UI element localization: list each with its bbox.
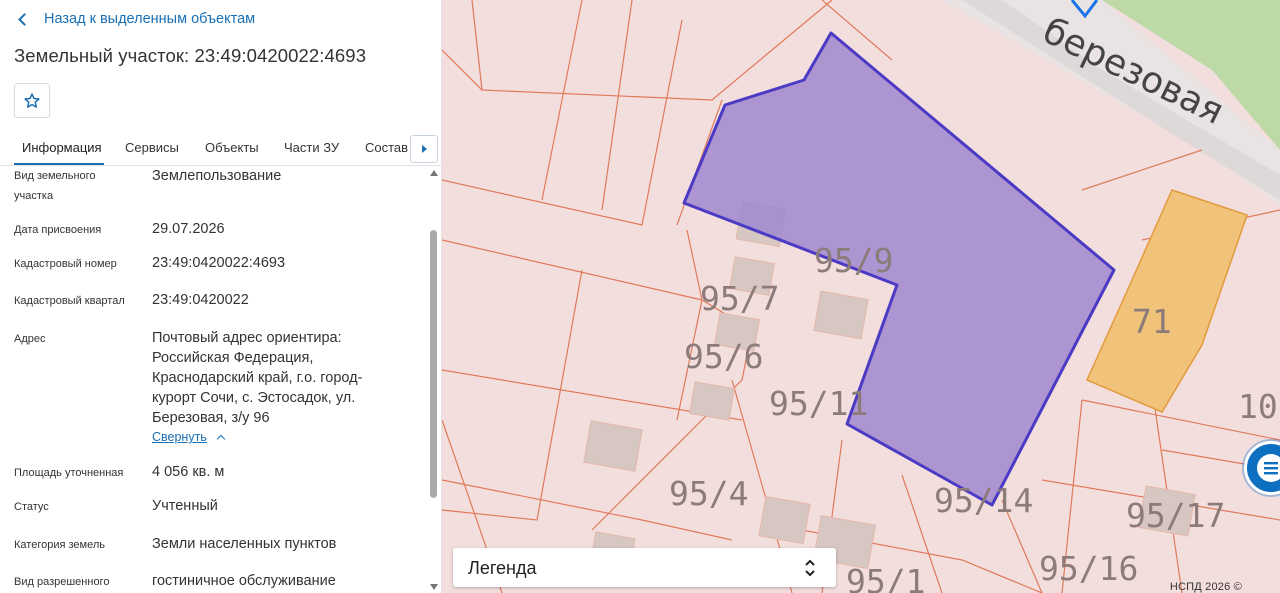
caret-right-icon: [421, 145, 427, 153]
parcel-71-building[interactable]: [1086, 189, 1248, 413]
tabs-scroll-right-button[interactable]: [410, 135, 438, 163]
parcel-label-95-11: 95/11: [769, 384, 868, 423]
field-value-permitted-use: гостиничное обслуживание: [152, 573, 336, 589]
collapse-address-link[interactable]: Свернуть: [152, 430, 226, 444]
tab-land-parts[interactable]: Части ЗУ: [284, 140, 339, 155]
field-label-land-type: Вид земельного участка: [14, 170, 96, 202]
field-label-cadastral-quarter: Кадастровый квартал: [14, 295, 125, 307]
parcel-label-95-4: 95/4: [669, 474, 748, 513]
field-value-cadastral-quarter: 23:49:0420022: [152, 292, 249, 308]
parcel-label-95-14: 95/14: [934, 481, 1033, 520]
parcel-label-95-9: 95/9: [814, 241, 893, 280]
legend-dropdown[interactable]: Легенда: [453, 548, 836, 587]
favorite-button[interactable]: [14, 83, 50, 118]
field-value-assign-date: 29.07.2026: [152, 221, 225, 237]
back-to-selected-link[interactable]: Назад к выделенным объектам: [16, 10, 255, 28]
map-copyright: НСПД 2026 ©: [1169, 581, 1242, 593]
field-value-cadastral-number: 23:49:0420022:4693: [152, 255, 286, 271]
parcel-label-95-16: 95/16: [1039, 549, 1138, 588]
tab-objects[interactable]: Объекты: [205, 140, 259, 155]
cadastral-map[interactable]: березовая 95/9 95/7 95/6 95/11 95/4 95/1…: [442, 0, 1280, 593]
field-label-permitted-use: Вид разрешенного: [14, 576, 110, 588]
field-label-cadastral-number: Кадастровый номер: [14, 258, 117, 270]
chevron-left-icon: [18, 12, 31, 26]
field-label-address: Адрес: [14, 333, 46, 345]
field-label-land-category: Категория земель: [14, 539, 105, 551]
map-canvas[interactable]: березовая 95/9 95/7 95/6 95/11 95/4 95/1…: [442, 0, 1280, 593]
parcel-label-95-7: 95/7: [700, 279, 779, 318]
panel-scrollbar[interactable]: [428, 166, 441, 593]
chat-icon: [1257, 454, 1280, 482]
scroll-down-arrow-icon[interactable]: [430, 584, 438, 590]
parcel-label-95-6: 95/6: [684, 337, 763, 376]
field-value-status: Учтенный: [152, 498, 218, 514]
chat-support-button[interactable]: [1244, 441, 1280, 495]
chevron-updown-icon: [805, 559, 815, 577]
object-info-panel: Назад к выделенным объектам Земельный уч…: [0, 0, 442, 593]
field-value-land-type: Землепользование: [152, 168, 282, 184]
tab-information[interactable]: Информация: [22, 140, 102, 155]
active-tab-indicator: [14, 163, 104, 165]
tab-composition[interactable]: Состав: [365, 140, 408, 155]
field-value-land-category: Земли населенных пунктов: [152, 536, 337, 552]
scroll-up-arrow-icon[interactable]: [430, 170, 438, 176]
parcel-label-10: 10: [1238, 387, 1278, 426]
parcel-label-71: 71: [1132, 302, 1172, 341]
parcel-label-95-17: 95/17: [1126, 496, 1225, 535]
properties-list: Вид земельного участка Землепользование Д…: [0, 166, 428, 593]
scrollbar-thumb[interactable]: [430, 230, 437, 498]
field-label-status: Статус: [14, 501, 49, 513]
tabs-bar: Информация Сервисы Объекты Части ЗУ Сост…: [0, 134, 441, 166]
field-value-address: Почтовый адрес ориентира: Российская Фед…: [152, 330, 363, 426]
chevron-up-icon: [216, 434, 226, 444]
back-link-label: Назад к выделенным объектам: [44, 11, 256, 27]
page-title: Земельный участок: 23:49:0420022:4693: [14, 45, 367, 66]
legend-label: Легенда: [468, 558, 537, 578]
field-label-area: Площадь уточненная: [14, 467, 124, 479]
tab-services[interactable]: Сервисы: [125, 140, 179, 155]
field-label-assign-date: Дата присвоения: [14, 224, 102, 236]
field-value-area: 4 056 кв. м: [152, 464, 225, 480]
parcel-label-95-1: 95/1: [846, 562, 925, 593]
star-icon: [24, 92, 40, 108]
